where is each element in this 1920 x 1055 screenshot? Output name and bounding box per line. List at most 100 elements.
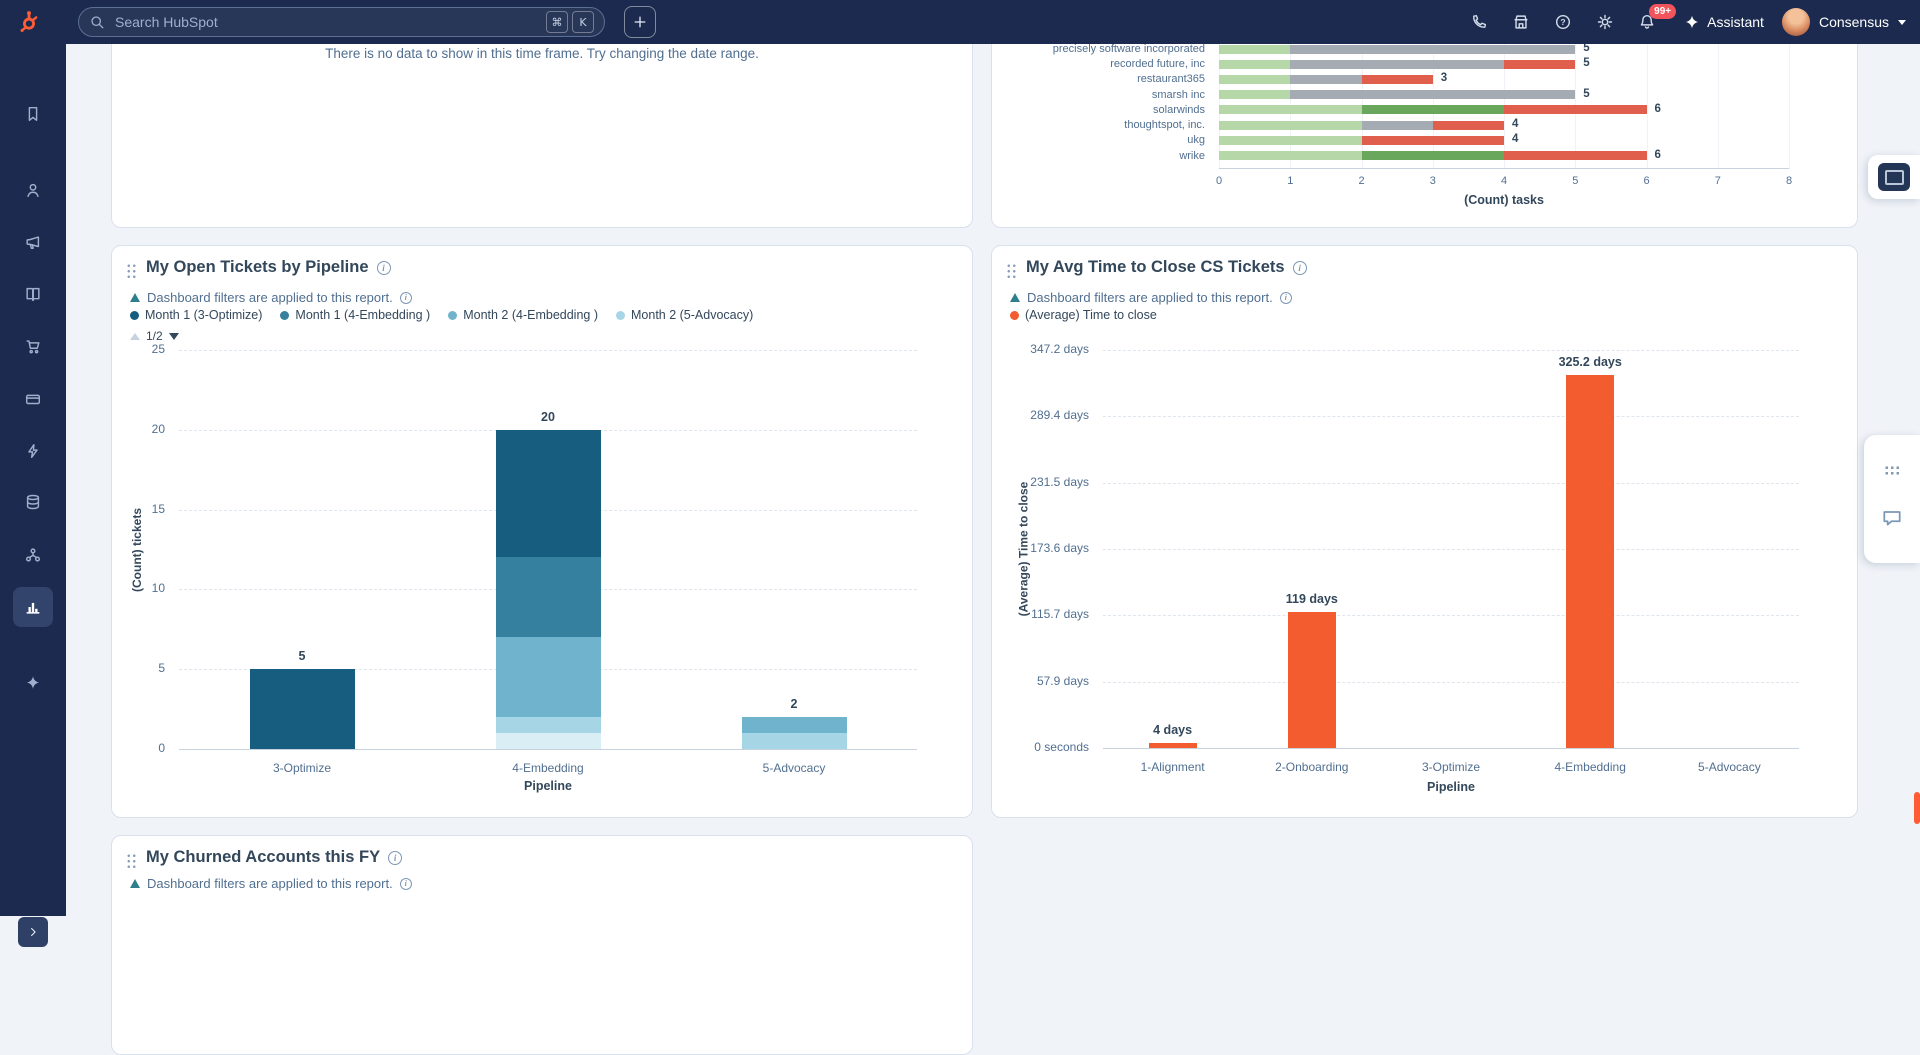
drag-handle-icon[interactable] bbox=[126, 853, 137, 869]
drag-handle-icon[interactable] bbox=[126, 263, 137, 279]
sidebar-item-automations[interactable] bbox=[13, 431, 53, 471]
x-axis-tick: 8 bbox=[1786, 175, 1792, 187]
sidebar-item-workspaces[interactable] bbox=[13, 535, 53, 575]
info-icon[interactable] bbox=[1293, 261, 1307, 275]
scrollbar-thumb[interactable] bbox=[1914, 792, 1920, 824]
bar-segment[interactable] bbox=[742, 717, 847, 733]
x-axis-label: Pipeline bbox=[179, 779, 917, 793]
bar-segment[interactable] bbox=[1504, 105, 1647, 114]
bar-segment[interactable] bbox=[1504, 60, 1575, 69]
report-title: My Churned Accounts this FY bbox=[146, 848, 380, 867]
legend-item[interactable]: Month 1 (3-Optimize) bbox=[130, 308, 262, 322]
account-menu[interactable]: Consensus bbox=[1782, 8, 1906, 36]
sidebar-item-payments[interactable] bbox=[13, 379, 53, 419]
bar-segment[interactable] bbox=[1362, 75, 1433, 84]
y-axis-category: ukg bbox=[1187, 134, 1205, 146]
side-preview-tab[interactable] bbox=[1868, 155, 1920, 199]
sidebar-item-commerce[interactable] bbox=[13, 326, 53, 366]
legend-item[interactable]: Month 2 (5-Advocacy) bbox=[616, 308, 753, 322]
bar-segment[interactable] bbox=[1219, 136, 1362, 145]
x-axis-tick: 0 bbox=[1216, 175, 1222, 187]
x-axis-tick: 6 bbox=[1643, 175, 1649, 187]
x-axis-category: 5-Advocacy bbox=[763, 761, 826, 775]
bar-segment[interactable] bbox=[1219, 121, 1362, 130]
sidebar-expand-button[interactable] bbox=[18, 917, 48, 947]
help-button[interactable]: ? bbox=[1544, 3, 1582, 41]
legend-item[interactable]: Month 1 (4-Embedding ) bbox=[280, 308, 430, 322]
gridline bbox=[1103, 748, 1799, 749]
bar-segment[interactable] bbox=[1219, 75, 1290, 84]
assistant-label: Assistant bbox=[1707, 14, 1764, 30]
info-icon[interactable] bbox=[377, 261, 391, 275]
y-axis-tick: 173.6 days bbox=[1030, 541, 1089, 555]
y-axis-tick: 5 bbox=[158, 661, 165, 675]
search-input[interactable] bbox=[113, 13, 538, 31]
x-axis-tick: 3 bbox=[1430, 175, 1436, 187]
sidebar-item-marketing[interactable] bbox=[13, 222, 53, 262]
bar-value-label: 3 bbox=[1441, 72, 1447, 84]
bar[interactable] bbox=[1288, 612, 1336, 748]
bar-segment[interactable] bbox=[1433, 121, 1504, 130]
bar-segment[interactable] bbox=[1504, 151, 1647, 160]
bar-segment[interactable] bbox=[1362, 105, 1505, 114]
info-icon[interactable] bbox=[400, 292, 412, 304]
sidebar-item-data[interactable] bbox=[13, 482, 53, 522]
settings-button[interactable] bbox=[1586, 3, 1624, 41]
filter-applied-icon bbox=[1010, 293, 1020, 302]
create-button[interactable] bbox=[624, 6, 656, 38]
org-icon bbox=[24, 546, 42, 564]
bar-segment[interactable] bbox=[1362, 121, 1433, 130]
bar-segment[interactable] bbox=[1362, 136, 1505, 145]
hubspot-logo[interactable] bbox=[14, 7, 44, 37]
k-key-badge: K bbox=[572, 11, 594, 33]
sidebar-item-crm[interactable] bbox=[13, 170, 53, 210]
bar[interactable] bbox=[1149, 743, 1197, 748]
screen-panel-icon bbox=[1878, 163, 1910, 191]
bar-segment[interactable] bbox=[1219, 60, 1290, 69]
info-icon[interactable] bbox=[1280, 292, 1292, 304]
legend-page-up-icon[interactable] bbox=[130, 333, 140, 340]
notifications-button[interactable]: 99+ bbox=[1628, 3, 1666, 41]
bar-segment[interactable] bbox=[1290, 45, 1575, 54]
bar-segment[interactable] bbox=[742, 733, 847, 749]
global-search[interactable]: ⌘ K bbox=[78, 7, 605, 37]
bar-segment[interactable] bbox=[496, 430, 601, 558]
calling-button[interactable] bbox=[1460, 3, 1498, 41]
bar-segment[interactable] bbox=[496, 717, 601, 733]
legend-page-down-icon[interactable] bbox=[169, 333, 179, 340]
bar-segment[interactable] bbox=[1290, 60, 1504, 69]
command-key-badge: ⌘ bbox=[546, 11, 568, 33]
bar-segment[interactable] bbox=[1362, 151, 1505, 160]
bar-segment[interactable] bbox=[496, 637, 601, 717]
bar-segment[interactable] bbox=[496, 733, 601, 749]
bar-segment[interactable] bbox=[1290, 75, 1361, 84]
legend-item[interactable]: Month 2 (4-Embedding ) bbox=[448, 308, 598, 322]
bar-segment[interactable] bbox=[1219, 90, 1290, 99]
sidebar-item-content[interactable] bbox=[13, 274, 53, 314]
info-icon[interactable] bbox=[400, 878, 412, 890]
assistant-button[interactable]: Assistant bbox=[1684, 14, 1764, 30]
bar-segment[interactable] bbox=[250, 669, 355, 749]
sidebar-item-bookmarks[interactable] bbox=[13, 94, 53, 134]
info-icon[interactable] bbox=[388, 851, 402, 865]
bar-segment[interactable] bbox=[496, 557, 601, 637]
legend-pager: 1/2 bbox=[130, 329, 179, 343]
y-axis-tick: 115.7 days bbox=[1031, 607, 1089, 621]
sidebar-item-reporting[interactable] bbox=[13, 587, 53, 627]
bar-segment[interactable] bbox=[1219, 105, 1362, 114]
y-axis-tick: 57.9 days bbox=[1037, 674, 1089, 688]
sidebar-item-ai[interactable] bbox=[13, 663, 53, 703]
filters-note: Dashboard filters are applied to this re… bbox=[147, 876, 393, 891]
gridline bbox=[1103, 549, 1799, 550]
y-axis-category: smarsh inc bbox=[1152, 89, 1205, 101]
gridline bbox=[1103, 416, 1799, 417]
legend-item[interactable]: (Average) Time to close bbox=[1010, 308, 1157, 322]
bar-segment[interactable] bbox=[1219, 45, 1290, 54]
comments-icon[interactable] bbox=[1881, 507, 1903, 534]
marketplace-button[interactable] bbox=[1502, 3, 1540, 41]
bar-segment[interactable] bbox=[1219, 151, 1362, 160]
panel-drag-handle-icon[interactable] bbox=[1884, 465, 1901, 476]
bar-segment[interactable] bbox=[1290, 90, 1575, 99]
drag-handle-icon[interactable] bbox=[1006, 263, 1017, 279]
bar[interactable] bbox=[1566, 375, 1614, 748]
